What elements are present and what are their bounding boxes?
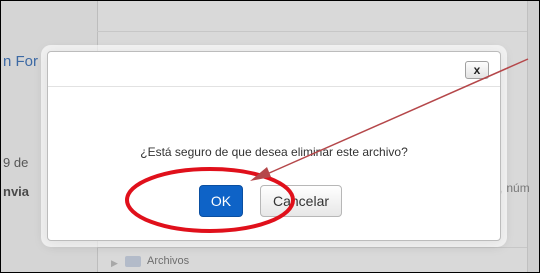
close-button[interactable]: x (465, 61, 489, 79)
close-icon: x (473, 63, 481, 77)
cancel-button[interactable]: Cancelar (260, 185, 342, 217)
dialog-titlebar: x (48, 52, 500, 87)
screenshot-frame: n For 9 de nvia 8, núm ▶ Archivos x ¿Est… (0, 0, 540, 273)
ok-button[interactable]: OK (199, 185, 243, 217)
confirm-message: ¿Está seguro de que desea eliminar este … (140, 145, 408, 159)
confirm-delete-dialog: x ¿Está seguro de que desea eliminar est… (47, 51, 501, 241)
